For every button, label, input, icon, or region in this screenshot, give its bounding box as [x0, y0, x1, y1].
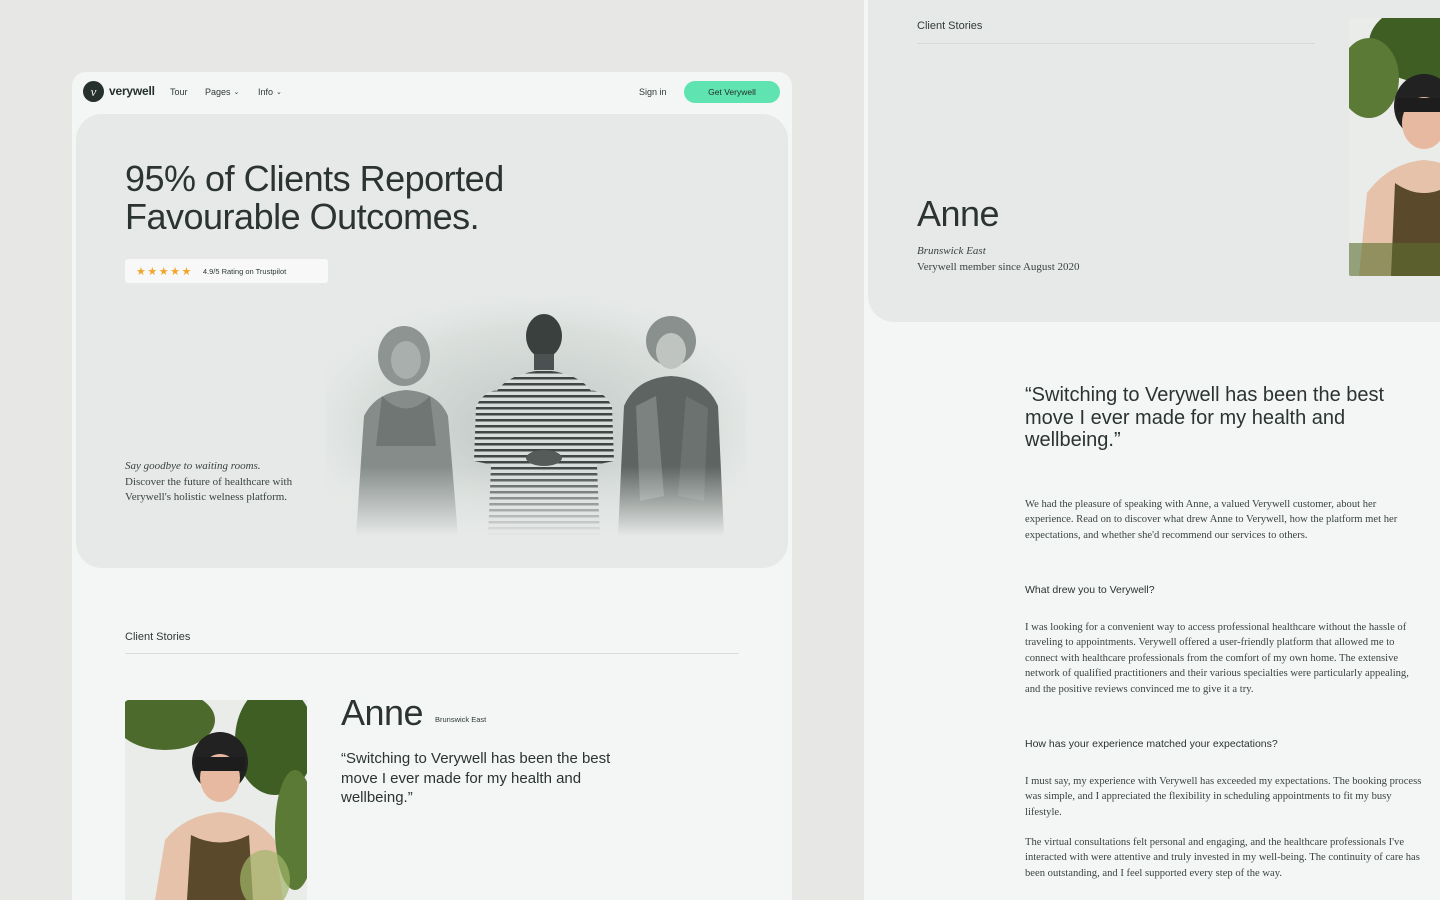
story-detail-window: Client Stories Anne Brunswick East Veryw… — [864, 0, 1440, 900]
divider — [917, 43, 1315, 44]
question-heading: What drew you to Verywell? — [1025, 584, 1155, 596]
answer-paragraph: I was looking for a convenient way to ac… — [1025, 622, 1409, 695]
client-stories-label: Client Stories — [917, 20, 983, 32]
hero-description: Say goodbye to waiting rooms. Discover t… — [125, 459, 300, 506]
answer-paragraph: I must say, my experience with Verywell … — [1025, 776, 1422, 818]
star-rating-icon: ★★★★★ — [136, 265, 193, 278]
client-stories-label: Client Stories — [125, 631, 191, 643]
top-nav: v verywell Tour Pages ⌄ Info ⌄ Sign in G… — [72, 72, 792, 112]
sign-in-link[interactable]: Sign in — [639, 87, 667, 97]
member-since: Verywell member since August 2020 — [917, 261, 1080, 273]
chevron-down-icon: ⌄ — [276, 89, 282, 96]
hero-people-image — [326, 296, 746, 536]
nav-info-label: Info — [258, 87, 274, 97]
story-quote: “Switching to Verywell has been the best… — [1025, 384, 1385, 451]
client-location: Brunswick East — [917, 245, 986, 257]
anne-portrait-image — [1349, 18, 1440, 276]
anne-photo — [1349, 18, 1440, 276]
story-header: Client Stories Anne Brunswick East Veryw… — [868, 0, 1440, 322]
hero-title: 95% of Clients Reported Favourable Outco… — [125, 158, 504, 237]
rating-badge[interactable]: ★★★★★ 4.9/5 Rating on Trustpilot — [125, 259, 328, 283]
nav-tour-label: Tour — [170, 87, 188, 97]
hero-description-body: Discover the future of healthcare with V… — [125, 475, 293, 504]
get-verywell-button[interactable]: Get Verywell — [684, 81, 780, 103]
verywell-logo-icon[interactable]: v — [83, 81, 104, 102]
anne-portrait-image — [125, 700, 307, 900]
question-heading: How has your experience matched your exp… — [1025, 738, 1278, 750]
anne-photo[interactable] — [125, 700, 307, 900]
client-name: Anne — [917, 193, 1000, 234]
nav-pages-dropdown[interactable]: Pages ⌄ — [205, 87, 239, 97]
story-name: Anne — [341, 692, 424, 733]
divider — [125, 653, 739, 654]
nav-info-dropdown[interactable]: Info ⌄ — [258, 87, 282, 97]
chevron-down-icon: ⌄ — [233, 89, 240, 96]
story-location: Brunswick East — [435, 715, 487, 724]
answer-paragraph: The virtual consultations felt personal … — [1025, 837, 1420, 879]
nav-tour[interactable]: Tour — [170, 87, 188, 97]
rating-text: 4.9/5 Rating on Trustpilot — [202, 266, 287, 276]
story-intro: We had the pleasure of speaking with Ann… — [1025, 499, 1398, 541]
nav-pages-label: Pages — [205, 87, 231, 97]
hero-section: 95% of Clients Reported Favourable Outco… — [76, 114, 788, 568]
logo-text[interactable]: verywell — [109, 84, 155, 98]
hero-description-lead: Say goodbye to waiting rooms. — [125, 460, 261, 472]
homepage-window: v verywell Tour Pages ⌄ Info ⌄ Sign in G… — [72, 72, 792, 900]
story-quote: “Switching to Verywell has been the best… — [341, 750, 611, 806]
